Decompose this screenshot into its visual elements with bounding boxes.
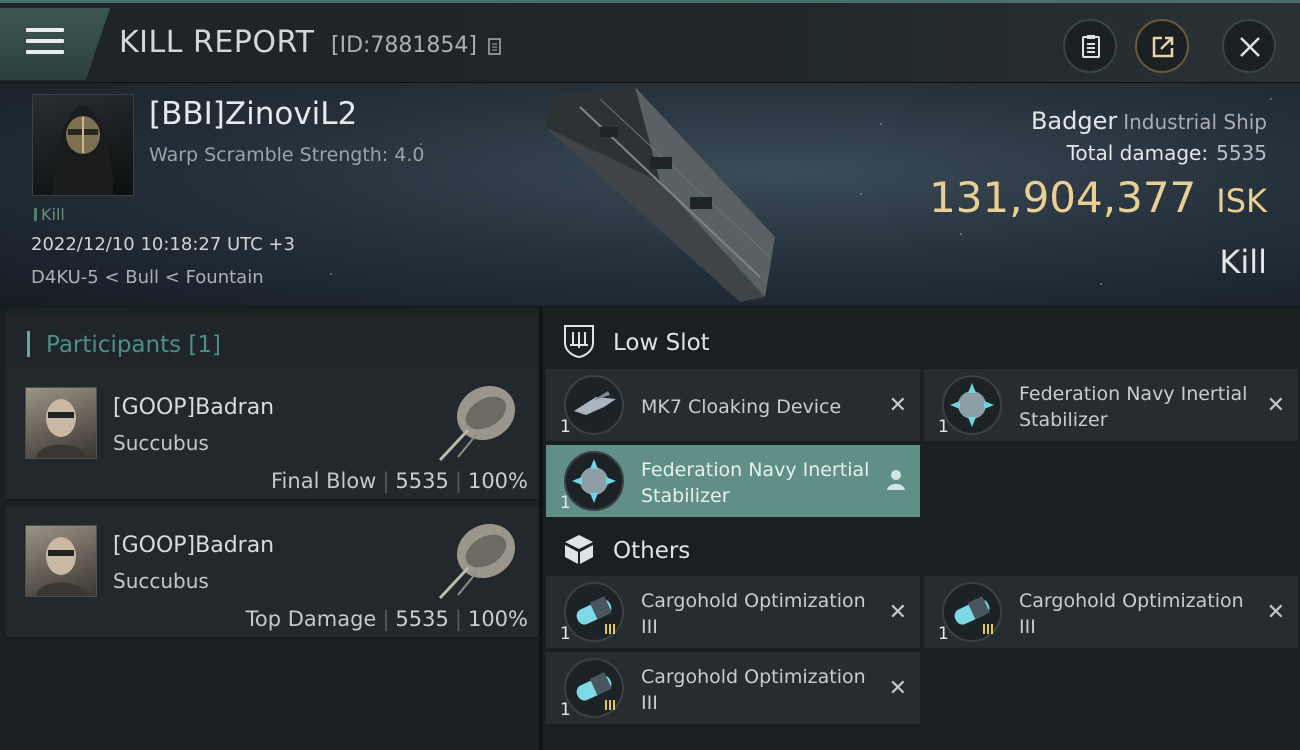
warp-scramble-strength: Warp Scramble Strength: 4.0 (149, 144, 425, 166)
cargo-box-icon (565, 535, 593, 564)
cargohold-rig-icon (942, 582, 1002, 642)
destroyed-icon: ✕ (1266, 393, 1285, 418)
kill-location: D4KU-5 < Bull < Fountain (31, 267, 264, 288)
total-damage-value: 5535 (1216, 141, 1267, 165)
victim-banner: [BBI]ZinoviL2 Warp Scramble Strength: 4.… (0, 83, 1300, 306)
participant-role: Final Blow (271, 469, 377, 493)
victim-portrait[interactable] (32, 94, 134, 196)
participant-percent: 100% (467, 607, 528, 631)
result-label: Kill (1219, 243, 1267, 281)
item-name: Federation Navy Inertial Stabilizer (1019, 383, 1248, 431)
item-quantity: 1 (560, 624, 571, 644)
pilot-portrait[interactable] (25, 387, 97, 459)
item-name: Cargohold Optimization III (1019, 590, 1244, 638)
victim-name: [BBI]ZinoviL2 (149, 96, 358, 132)
low-slot-icon (564, 325, 594, 359)
header-bar: KILL REPORT [ID:7881854] (0, 3, 1300, 83)
fitting-item[interactable]: 1 Federation Navy Inertial Stabilizer ✕ (924, 369, 1298, 441)
pilot-ship: Succubus (113, 431, 209, 455)
fitting-item[interactable]: 1 Cargohold Optimization III ✕ (546, 576, 920, 648)
victim-ship: Badger Industrial Ship (1031, 107, 1267, 135)
item-quantity: 1 (560, 493, 571, 513)
close-button[interactable] (1222, 19, 1276, 73)
fitting-item[interactable]: 1 Federation Navy Inertial Stabilizer (546, 445, 920, 517)
others-label: Others (613, 538, 691, 564)
item-quantity: 1 (938, 624, 949, 644)
participant-percent: 100% (467, 469, 528, 493)
destroyed-icon: ✕ (1266, 600, 1285, 625)
participants-accent (27, 331, 30, 357)
succubus-ship-icon[interactable] (428, 375, 528, 465)
destroyed-icon: ✕ (888, 676, 907, 701)
low-slot-label: Low Slot (613, 330, 710, 356)
participant-row[interactable]: [GOOP]Badran Succubus Top Damage | 5535 | 10… (6, 507, 538, 639)
low-slot-header: Low Slot (543, 311, 1300, 369)
cargohold-rig-icon (564, 658, 624, 718)
kill-tag: Kill (34, 205, 65, 224)
item-name: Cargohold Optimization III (641, 666, 866, 714)
ship-name: Badger (1030, 107, 1118, 135)
isk-unit: ISK (1216, 182, 1267, 220)
participant-damage: 5535 (395, 607, 449, 631)
close-icon (1240, 37, 1260, 57)
report-id: [ID:7881854] (331, 33, 477, 58)
fittings-panel: Low Slot 1 MK7 Cloaking Device ✕ 1 Feder… (543, 307, 1300, 750)
succubus-ship-icon[interactable] (428, 513, 528, 603)
share-icon (1152, 36, 1174, 58)
pilot-name: [GOOP]Badran (113, 533, 275, 558)
item-quantity: 1 (560, 417, 571, 437)
participant-row[interactable]: [GOOP]Badran Succubus Final Blow | 5535 | 10… (6, 369, 538, 501)
item-name: Federation Navy Inertial Stabilizer (641, 459, 870, 507)
clipboard-button[interactable] (1063, 19, 1117, 73)
destroyed-icon: ✕ (888, 600, 907, 625)
stabilizer-module-icon (942, 375, 1002, 435)
pilot-portrait[interactable] (25, 525, 97, 597)
victim-ship-image (545, 87, 775, 302)
participants-title: Participants [1] (46, 332, 221, 358)
fitting-item[interactable]: 1 Cargohold Optimization III ✕ (546, 652, 920, 724)
ship-class: Industrial Ship (1123, 110, 1267, 134)
isk-value: 131,904,377 ISK (929, 173, 1267, 222)
hamburger-icon (26, 28, 64, 58)
clipboard-icon (1082, 35, 1100, 58)
others-header: Others (543, 519, 1300, 577)
fitting-item[interactable]: 1 MK7 Cloaking Device ✕ (546, 369, 920, 441)
menu-button[interactable] (0, 8, 110, 80)
stabilizer-module-icon (564, 451, 624, 511)
participant-stats: Final Blow | 5535 | 100% (271, 469, 528, 493)
copy-icon[interactable] (488, 38, 502, 56)
pilot-name: [GOOP]Badran (113, 395, 275, 420)
destroyed-icon: ✕ (888, 393, 907, 418)
share-button[interactable] (1135, 19, 1189, 73)
cargohold-rig-icon (564, 582, 624, 642)
item-name: MK7 Cloaking Device (641, 396, 842, 418)
item-quantity: 1 (938, 417, 949, 437)
fitting-item[interactable]: 1 Cargohold Optimization III ✕ (924, 576, 1298, 648)
participant-role: Top Damage (245, 607, 377, 631)
page-title: KILL REPORT (119, 25, 315, 60)
isk-amount: 131,904,377 (929, 173, 1197, 222)
cloak-module-icon (564, 375, 624, 435)
total-damage-label: Total damage: (1066, 141, 1209, 165)
item-quantity: 1 (560, 700, 571, 720)
participant-stats: Top Damage | 5535 | 100% (245, 607, 528, 631)
participants-panel: Participants [1] [GOOP]Badran Succubus F… (0, 307, 543, 750)
participants-header: Participants [1] (6, 313, 538, 371)
participant-damage: 5535 (395, 469, 449, 493)
dropped-person-icon (887, 470, 905, 490)
pilot-ship: Succubus (113, 569, 209, 593)
item-name: Cargohold Optimization III (641, 590, 866, 638)
kill-datetime: 2022/12/10 10:18:27 UTC +3 (31, 234, 295, 255)
total-damage: Total damage: 5535 (1067, 141, 1267, 165)
